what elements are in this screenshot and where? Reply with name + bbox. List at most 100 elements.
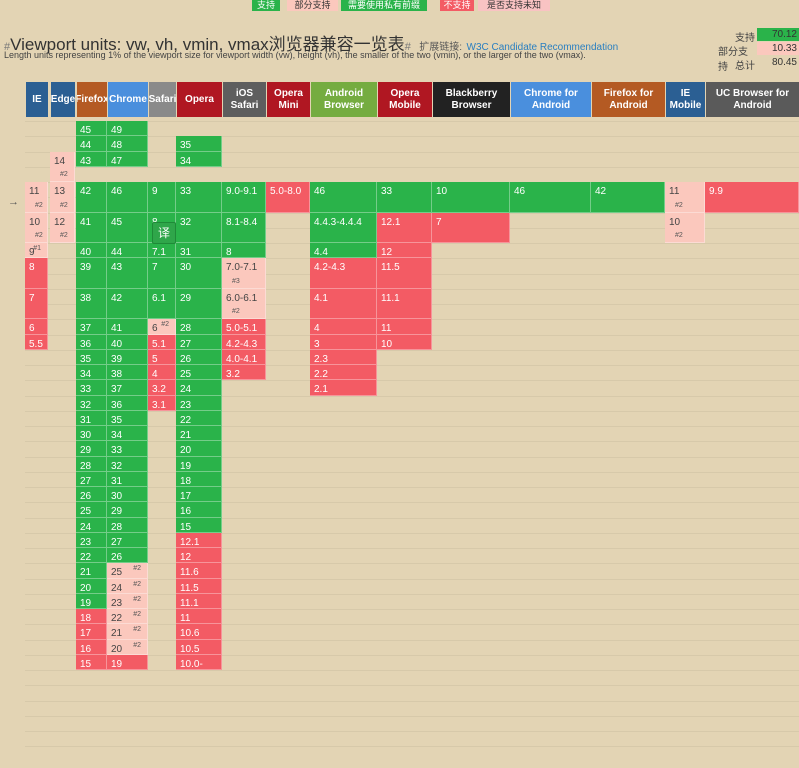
version-cell[interactable]: 28 xyxy=(76,456,107,472)
version-cell[interactable]: 21 xyxy=(76,563,107,579)
version-cell[interactable]: 9 #1 xyxy=(25,243,48,259)
version-cell[interactable]: 42 xyxy=(76,182,107,213)
version-cell[interactable]: 3 xyxy=(310,334,377,350)
version-cell[interactable]: 19 xyxy=(176,456,222,472)
version-cell[interactable]: 45 xyxy=(107,212,148,243)
version-cell[interactable]: 48 xyxy=(107,136,148,152)
browser-header[interactable]: Chrome for Android xyxy=(510,82,591,117)
version-cell[interactable]: 39 xyxy=(76,258,107,289)
version-cell[interactable]: 41 xyxy=(107,319,148,335)
version-cell[interactable]: 35 xyxy=(176,136,222,152)
footnote-marker[interactable]: #3 xyxy=(232,278,240,285)
version-cell[interactable]: 11.5 xyxy=(176,578,222,594)
footnote-marker[interactable]: #2 xyxy=(60,171,68,178)
version-cell[interactable]: 44 xyxy=(107,243,148,259)
version-cell[interactable]: 20 xyxy=(176,441,222,457)
version-cell[interactable]: 40 xyxy=(76,243,107,259)
version-cell[interactable]: 11 #2 xyxy=(25,182,48,213)
version-cell[interactable]: 4 xyxy=(310,319,377,335)
footnote-marker[interactable]: #2 xyxy=(133,626,141,633)
version-cell[interactable]: 10.5 xyxy=(176,639,222,655)
version-cell[interactable]: 14 #2 xyxy=(50,151,75,182)
version-cell[interactable]: 3.2 xyxy=(222,365,266,381)
footnote-marker[interactable]: #2 xyxy=(133,581,141,588)
version-cell[interactable]: 23 xyxy=(176,395,222,411)
version-cell[interactable]: 11.1 xyxy=(176,593,222,609)
version-cell[interactable]: 12 xyxy=(377,243,432,259)
browser-header[interactable]: IE xyxy=(25,82,48,117)
version-cell[interactable]: 45 xyxy=(76,121,107,137)
footnote-marker[interactable]: #2 xyxy=(60,232,68,239)
version-cell[interactable]: 4.4.3-4.4.4 xyxy=(310,212,377,243)
version-cell[interactable]: 4.1 xyxy=(310,288,377,320)
version-cell[interactable]: 29 xyxy=(176,288,222,320)
version-cell[interactable]: 11.5 xyxy=(377,258,432,289)
version-cell[interactable]: 17 xyxy=(76,624,107,640)
version-cell[interactable]: 2.1 xyxy=(310,380,377,396)
version-cell[interactable]: 21 #2 xyxy=(107,624,148,640)
version-cell[interactable]: 7 xyxy=(148,258,176,289)
version-cell[interactable]: 41 xyxy=(76,212,107,243)
footnote-marker[interactable]: #2 xyxy=(161,321,169,328)
version-cell[interactable]: 15 xyxy=(76,654,107,670)
version-cell[interactable]: 7.1 xyxy=(148,243,176,259)
browser-header[interactable]: Android Browser xyxy=(310,82,377,117)
version-cell[interactable]: 17 xyxy=(176,487,222,503)
version-cell[interactable]: 34 xyxy=(176,151,222,167)
footnote-marker[interactable]: #2 xyxy=(133,565,141,572)
version-cell[interactable]: 24 xyxy=(76,517,107,533)
version-cell[interactable]: 24 #2 xyxy=(107,578,148,594)
version-cell[interactable]: 2.3 xyxy=(310,349,377,365)
version-cell[interactable]: 31 xyxy=(176,243,222,259)
version-cell[interactable]: 25 #2 xyxy=(107,563,148,579)
version-cell[interactable]: 11 #2 xyxy=(665,182,705,213)
browser-header[interactable]: Firefox xyxy=(76,82,107,117)
version-cell[interactable]: 10 #2 xyxy=(25,212,48,243)
version-cell[interactable]: 20 #2 xyxy=(107,639,148,655)
version-cell[interactable]: 32 xyxy=(176,212,222,243)
version-cell[interactable]: 27 xyxy=(176,334,222,350)
browser-header[interactable]: IE Mobile xyxy=(665,82,705,117)
version-cell[interactable]: 21 xyxy=(176,426,222,442)
version-cell[interactable]: 16 xyxy=(176,502,222,518)
version-cell[interactable]: 38 xyxy=(107,365,148,381)
version-cell[interactable]: 35 xyxy=(107,410,148,426)
browser-header[interactable]: Blackberry Browser xyxy=(432,82,510,117)
version-cell[interactable]: 25 xyxy=(76,502,107,518)
version-cell[interactable]: 37 xyxy=(107,380,148,396)
version-cell[interactable]: 18 xyxy=(76,609,107,625)
footnote-marker[interactable]: #2 xyxy=(60,202,68,209)
version-cell[interactable]: 3.2 xyxy=(148,380,176,396)
browser-header[interactable]: Opera Mobile xyxy=(377,82,432,117)
footnote-marker[interactable]: #2 xyxy=(232,308,240,315)
version-cell[interactable]: 5.0-8.0 xyxy=(266,182,310,213)
version-cell[interactable]: 23 #2 xyxy=(107,593,148,609)
browser-header[interactable]: Opera xyxy=(176,82,222,117)
version-cell[interactable]: 5.1 xyxy=(148,334,176,350)
footnote-marker[interactable]: #2 xyxy=(133,611,141,618)
footnote-marker[interactable]: #2 xyxy=(133,642,141,649)
version-cell[interactable]: 32 xyxy=(107,456,148,472)
version-cell[interactable]: 30 xyxy=(176,258,222,289)
version-cell[interactable]: 27 xyxy=(107,532,148,548)
version-cell[interactable]: 44 xyxy=(76,136,107,152)
version-cell[interactable]: 31 xyxy=(107,471,148,487)
version-cell[interactable]: 6 #2 xyxy=(148,319,176,335)
version-cell[interactable]: 34 xyxy=(107,426,148,442)
version-cell[interactable]: 10.6 xyxy=(176,624,222,640)
version-cell[interactable]: 46 xyxy=(107,182,148,213)
version-cell[interactable]: 36 xyxy=(107,395,148,411)
version-cell[interactable]: 19 xyxy=(76,593,107,609)
version-cell[interactable]: 42 xyxy=(591,182,665,213)
browser-header[interactable]: Opera Mini xyxy=(266,82,310,117)
version-cell[interactable]: 11.1 xyxy=(377,288,432,320)
version-cell[interactable]: 9.9 xyxy=(705,182,799,213)
version-cell[interactable]: 4.0-4.1 xyxy=(222,349,266,365)
browser-header[interactable]: Edge xyxy=(50,82,75,117)
version-cell[interactable]: 30 xyxy=(76,426,107,442)
version-cell[interactable]: 24 xyxy=(176,380,222,396)
version-cell[interactable]: 7 xyxy=(432,212,510,243)
version-cell[interactable]: 36 xyxy=(76,334,107,350)
version-cell[interactable]: 15 xyxy=(176,517,222,533)
version-cell[interactable]: 18 xyxy=(176,471,222,487)
